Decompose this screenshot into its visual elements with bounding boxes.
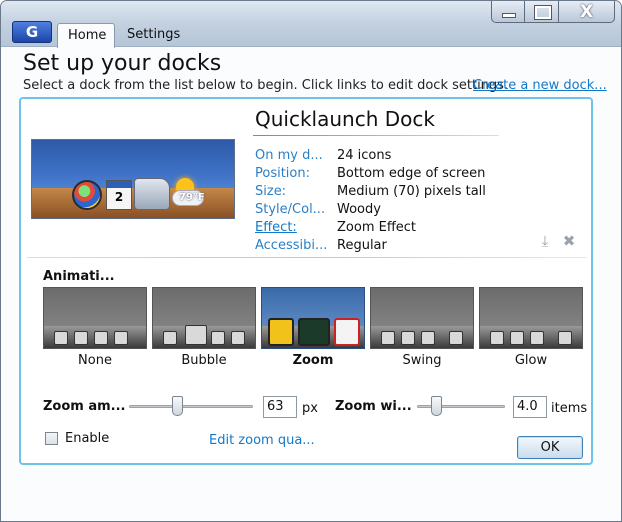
property-label[interactable]: Position:	[255, 165, 329, 183]
dock-preview-image[interactable]: 2 79°F	[31, 139, 235, 219]
zoom-width-input[interactable]: 4.0	[513, 396, 547, 418]
trash-icon	[449, 331, 463, 345]
ok-button[interactable]: OK	[517, 436, 583, 459]
property-label[interactable]: Accessibi...	[255, 237, 329, 255]
dock-name-underline	[253, 135, 499, 136]
tools-icon[interactable]: ✖	[561, 233, 577, 249]
zoom-width-label: Zoom wi...	[335, 399, 412, 414]
property-value: Medium (70) pixels tall	[337, 184, 486, 199]
zoom-amount-input[interactable]: 63	[263, 396, 297, 418]
app-logo-icon[interactable]: G	[12, 21, 52, 43]
section-divider	[27, 257, 587, 258]
dock-name: Quicklaunch Dock	[255, 107, 435, 131]
property-value: Regular	[337, 238, 387, 253]
slider-thumb[interactable]	[431, 396, 442, 416]
mail-icon	[334, 318, 360, 346]
property-value: Zoom Effect	[337, 220, 417, 235]
windows-start-icon	[72, 180, 102, 210]
zoom-width-slider[interactable]	[417, 395, 505, 417]
animation-label: Animati...	[43, 269, 115, 284]
monitor-icon	[401, 331, 415, 345]
tab-settings[interactable]: Settings	[117, 23, 191, 48]
zoom-width-unit: items	[551, 401, 588, 416]
property-label[interactable]: Style/Col...	[255, 201, 329, 219]
mail-icon	[421, 331, 435, 345]
maximize-button[interactable]	[525, 1, 559, 23]
trash-icon	[558, 331, 572, 345]
zoom-amount-slider[interactable]	[129, 395, 253, 417]
property-label[interactable]: Size:	[255, 183, 329, 201]
page-subtitle: Select a dock from the list below to beg…	[23, 78, 509, 93]
monitor-icon	[185, 325, 207, 345]
animation-option-zoom[interactable]	[261, 287, 365, 349]
property-value: 24 icons	[337, 148, 392, 163]
slider-track	[129, 405, 253, 408]
effect-link[interactable]: Effect:	[255, 219, 329, 237]
edit-zoom-quality-link[interactable]: Edit zoom qua...	[209, 433, 315, 448]
trash-icon	[114, 331, 128, 345]
trash-icon	[231, 331, 245, 345]
zoom-amount-unit: px	[302, 401, 318, 416]
folder-icon	[134, 178, 170, 210]
dock-settings-window: G Home Settings X Set up your docks Sele…	[0, 0, 622, 522]
close-button[interactable]: X	[559, 1, 615, 23]
lock-icon	[163, 331, 177, 345]
monitor-icon	[298, 318, 330, 346]
animation-label-none: None	[78, 353, 112, 368]
dock-panel: 2 79°F Quicklaunch Dock On my d... 24 ic…	[19, 97, 593, 465]
enable-checkbox[interactable]	[45, 432, 58, 445]
mail-icon	[530, 331, 544, 345]
calendar-icon: 2	[106, 180, 132, 210]
animation-option-bubble[interactable]	[152, 287, 256, 349]
download-icon[interactable]: ⤓	[537, 233, 553, 249]
animation-label-zoom: Zoom	[292, 353, 334, 368]
minimize-button[interactable]	[491, 1, 525, 23]
zoom-amount-label: Zoom am...	[43, 399, 126, 414]
property-value: Woody	[337, 202, 381, 217]
tab-home[interactable]: Home	[57, 23, 115, 48]
weather-temperature: 79°F	[179, 192, 205, 203]
mail-icon	[94, 331, 108, 345]
lock-icon	[381, 331, 395, 345]
animation-label-bubble: Bubble	[181, 353, 227, 368]
animation-option-swing[interactable]	[370, 287, 474, 349]
animation-option-glow[interactable]	[479, 287, 583, 349]
lock-icon	[490, 331, 504, 345]
close-icon: X	[579, 2, 594, 22]
create-new-dock-link[interactable]: Create a new dock...	[473, 78, 607, 93]
page-title: Set up your docks	[23, 51, 222, 76]
lock-icon	[54, 331, 68, 345]
animation-label-glow: Glow	[514, 353, 548, 368]
property-value: Bottom edge of screen	[337, 166, 486, 181]
monitor-icon	[74, 331, 88, 345]
monitor-icon	[510, 331, 524, 345]
slider-thumb[interactable]	[172, 396, 183, 416]
lock-icon	[268, 318, 294, 346]
animation-option-none[interactable]	[43, 287, 147, 349]
weather-icon: 79°F	[172, 176, 206, 210]
enable-label: Enable	[65, 431, 110, 446]
window-caption-buttons: X	[491, 1, 615, 23]
mail-icon	[211, 331, 225, 345]
property-label[interactable]: On my d...	[255, 147, 329, 165]
animation-label-swing: Swing	[402, 353, 442, 368]
